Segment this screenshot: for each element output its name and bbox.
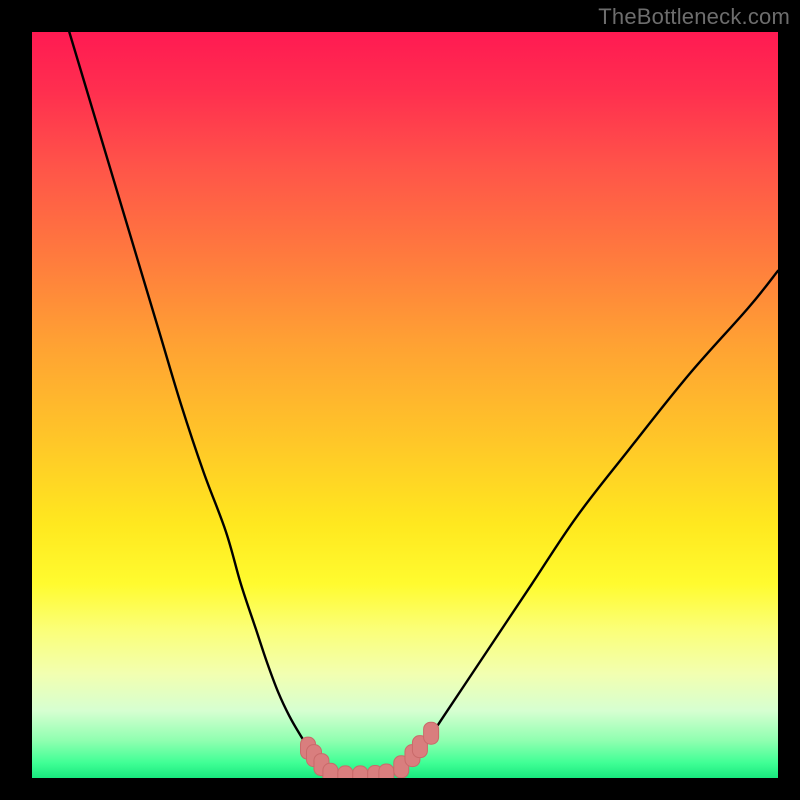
plot-area <box>32 32 778 778</box>
curve-layer <box>32 32 778 778</box>
data-marker <box>338 766 353 778</box>
data-marker <box>379 764 394 778</box>
watermark-text: TheBottleneck.com <box>598 4 790 30</box>
data-marker <box>323 763 338 778</box>
data-marker <box>424 722 439 744</box>
data-marker <box>353 766 368 778</box>
marker-layer <box>301 722 439 778</box>
bottleneck-curve <box>69 32 778 778</box>
chart-frame: TheBottleneck.com <box>0 0 800 800</box>
